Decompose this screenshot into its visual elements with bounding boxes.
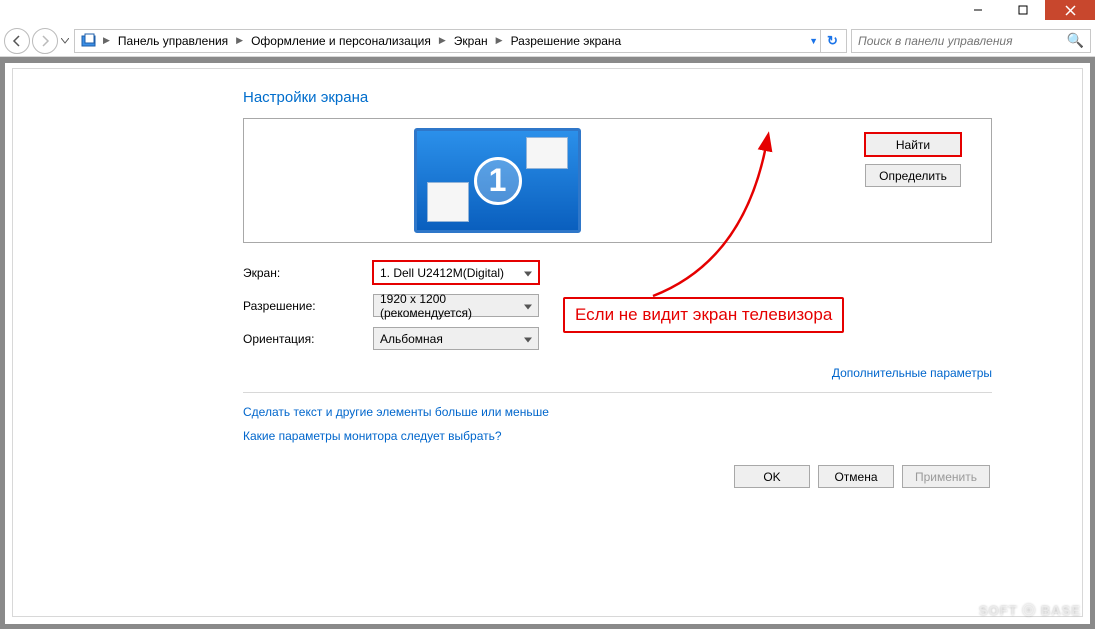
content-inner: Настройки экрана 1 Найти Определить Экра…: [12, 68, 1083, 617]
back-button[interactable]: [4, 28, 30, 54]
display-preview-box: 1 Найти Определить: [243, 118, 992, 243]
display-select[interactable]: 1. Dell U2412M(Digital): [373, 261, 539, 284]
settings-panel: Настройки экрана 1 Найти Определить Экра…: [243, 89, 992, 488]
close-button[interactable]: [1045, 0, 1095, 20]
detect-button[interactable]: Найти: [865, 133, 961, 156]
advanced-settings-link[interactable]: Дополнительные параметры: [832, 366, 992, 380]
chevron-right-icon: ▶: [437, 35, 448, 46]
orientation-select[interactable]: Альбомная: [373, 327, 539, 350]
resolution-label: Разрешение:: [243, 299, 373, 313]
display-label: Экран:: [243, 266, 373, 280]
display-select-value: 1. Dell U2412M(Digital): [380, 266, 504, 280]
watermark: SOFT ⦿ BASE: [979, 600, 1081, 619]
chevron-right-icon: ▶: [494, 35, 505, 46]
history-dropdown-icon[interactable]: [60, 38, 70, 44]
monitor-number-badge: 1: [474, 157, 522, 205]
annotation-text: Если не видит экран телевизора: [575, 305, 832, 324]
identify-button[interactable]: Определить: [865, 164, 961, 187]
ok-button[interactable]: OK: [734, 465, 810, 488]
annotation-callout: Если не видит экран телевизора: [563, 297, 844, 333]
chevron-right-icon: ▶: [234, 35, 245, 46]
resolution-select[interactable]: 1920 x 1200 (рекомендуется): [373, 294, 539, 317]
crumb-display[interactable]: Экран: [448, 34, 494, 48]
titlebar: [0, 0, 1095, 25]
address-bar[interactable]: ▶ Панель управления ▶ Оформление и персо…: [74, 29, 847, 53]
chevron-down-icon[interactable]: ▼: [807, 36, 820, 46]
search-box[interactable]: 🔍: [851, 29, 1091, 53]
forward-button[interactable]: [32, 28, 58, 54]
crumb-control-panel[interactable]: Панель управления: [112, 34, 234, 48]
apply-button[interactable]: Применить: [902, 465, 990, 488]
preview-window-icon: [427, 182, 469, 222]
monitor-thumbnail[interactable]: 1: [414, 128, 581, 233]
preview-window-icon: [526, 137, 568, 169]
nav-row: ▶ Панель управления ▶ Оформление и персо…: [0, 25, 1095, 57]
minimize-button[interactable]: [955, 0, 1000, 20]
crumb-appearance[interactable]: Оформление и персонализация: [245, 34, 437, 48]
cancel-button[interactable]: Отмена: [818, 465, 894, 488]
refresh-button[interactable]: ↻: [820, 30, 844, 52]
chevron-right-icon: ▶: [101, 35, 112, 46]
page-title: Настройки экрана: [243, 89, 992, 106]
which-settings-link[interactable]: Какие параметры монитора следует выбрать…: [243, 429, 992, 443]
divider: [243, 392, 992, 393]
content-outer: Настройки экрана 1 Найти Определить Экра…: [5, 63, 1090, 624]
control-panel-icon: [81, 33, 97, 49]
crumb-resolution[interactable]: Разрешение экрана: [505, 34, 628, 48]
search-input[interactable]: [858, 34, 1067, 48]
resolution-select-value: 1920 x 1200 (рекомендуется): [380, 292, 518, 320]
text-size-link[interactable]: Сделать текст и другие элементы больше и…: [243, 405, 992, 419]
orientation-label: Ориентация:: [243, 332, 373, 346]
search-icon[interactable]: 🔍: [1067, 32, 1084, 49]
display-preview[interactable]: 1: [244, 119, 751, 242]
maximize-button[interactable]: [1000, 0, 1045, 20]
orientation-select-value: Альбомная: [380, 332, 443, 346]
